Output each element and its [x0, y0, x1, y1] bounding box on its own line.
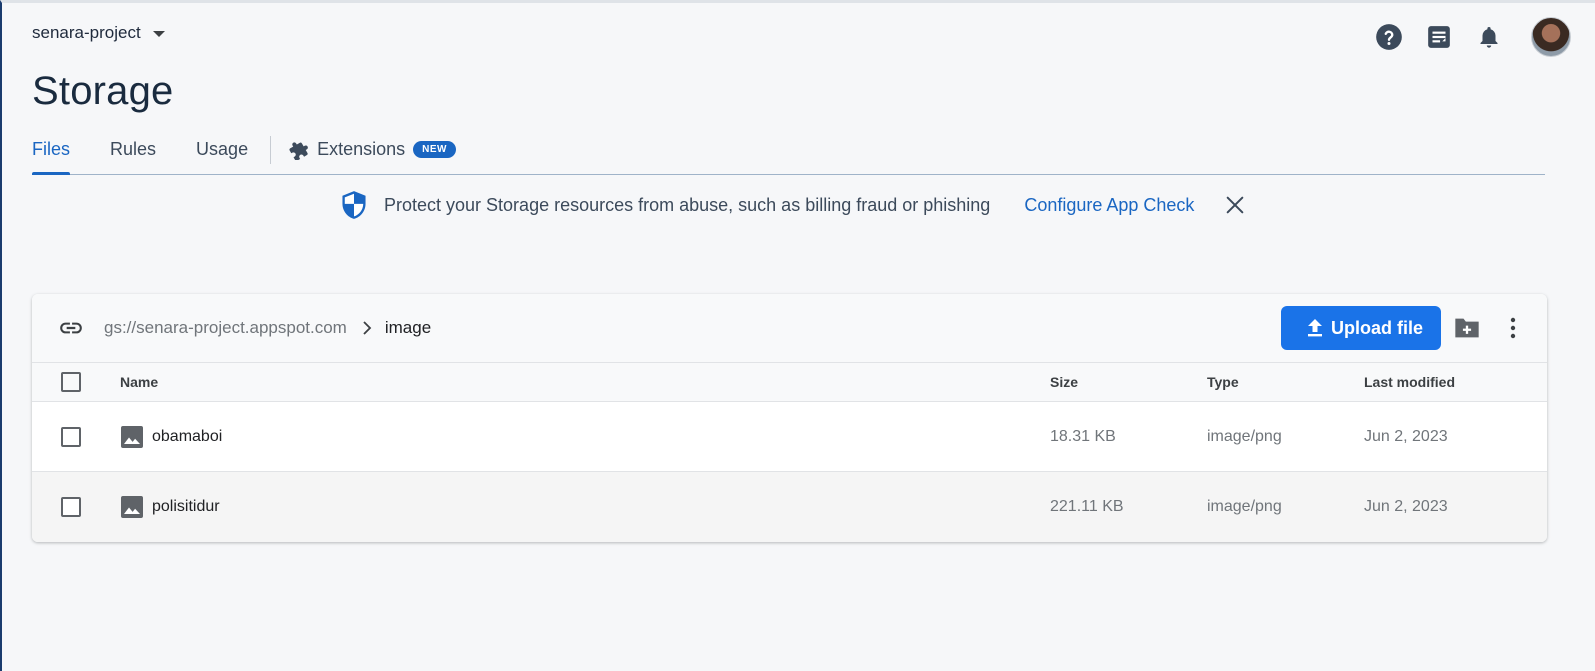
table-header: Name Size Type Last modified — [32, 363, 1547, 402]
top-actions — [1375, 17, 1571, 57]
file-browser-toolbar: gs://senara-project.appspot.com image Up… — [32, 294, 1547, 363]
row-checkbox[interactable] — [61, 426, 81, 447]
file-type: image/png — [1207, 498, 1282, 515]
column-size[interactable]: Size — [1050, 374, 1078, 390]
banner-message: Protect your Storage resources from abus… — [384, 194, 991, 215]
release-notes-icon[interactable] — [1425, 23, 1453, 51]
project-name: senara-project — [32, 23, 141, 42]
file-browser: gs://senara-project.appspot.com image Up… — [32, 294, 1547, 542]
extension-icon — [289, 141, 308, 160]
tab-label: Rules — [110, 139, 157, 159]
column-type[interactable]: Type — [1207, 374, 1239, 390]
caret-down-icon — [152, 31, 165, 37]
notifications-icon[interactable] — [1475, 23, 1503, 51]
select-all-checkbox[interactable] — [61, 372, 81, 392]
new-folder-icon[interactable] — [1447, 308, 1487, 348]
close-icon[interactable] — [1224, 194, 1246, 216]
column-name[interactable]: Name — [120, 374, 158, 390]
tab-divider — [270, 136, 272, 164]
file-name-cell: polisitidur — [120, 495, 220, 519]
image-file-icon — [121, 496, 143, 518]
table-row[interactable]: polisitidur 221.11 KB image/png Jun 2, 2… — [32, 472, 1547, 542]
top-bar: senara-project — [32, 17, 1571, 57]
current-folder: image — [384, 318, 432, 337]
page-title: Storage — [32, 69, 174, 113]
row-checkbox[interactable] — [61, 497, 81, 517]
toolbar-actions: Upload file — [1280, 306, 1533, 350]
tab-label: Usage — [196, 139, 249, 159]
column-last-modified[interactable]: Last modified — [1364, 374, 1455, 390]
upload-label: Upload file — [1330, 317, 1423, 338]
chevron-right-icon — [361, 321, 373, 335]
table-row[interactable]: obamaboi 18.31 KB image/png Jun 2, 2023 — [32, 402, 1547, 472]
tab-label: Extensions — [317, 139, 406, 159]
file-name[interactable]: obamaboi — [152, 428, 222, 446]
file-size: 18.31 KB — [1050, 427, 1116, 445]
bucket-path[interactable]: gs://senara-project.appspot.com — [104, 318, 347, 338]
upload-file-button[interactable]: Upload file — [1280, 306, 1441, 350]
link-icon[interactable] — [58, 315, 84, 341]
breadcrumb: gs://senara-project.appspot.com image — [58, 315, 431, 341]
new-badge: NEW — [413, 141, 456, 158]
image-file-icon — [121, 425, 143, 448]
help-icon[interactable] — [1375, 23, 1403, 51]
shield-icon — [342, 191, 366, 219]
tab-files[interactable]: Files — [32, 139, 71, 175]
tab-usage[interactable]: Usage — [196, 139, 248, 174]
file-size: 221.11 KB — [1050, 498, 1124, 515]
upload-icon — [1307, 319, 1322, 337]
account-avatar[interactable] — [1531, 17, 1571, 57]
file-modified: Jun 2, 2023 — [1364, 427, 1448, 445]
tab-label: Files — [32, 139, 71, 159]
more-vert-icon[interactable] — [1493, 308, 1533, 348]
tab-bar: Files Rules Usage Extensions NEW — [32, 131, 1545, 175]
file-name[interactable]: polisitidur — [152, 498, 220, 516]
file-type: image/png — [1207, 427, 1282, 445]
configure-app-check-link[interactable]: Configure App Check — [1024, 195, 1194, 216]
file-modified: Jun 2, 2023 — [1364, 498, 1448, 515]
file-name-cell: obamaboi — [120, 425, 222, 449]
app-check-banner: Protect your Storage resources from abus… — [340, 190, 1246, 220]
tab-rules[interactable]: Rules — [110, 139, 156, 174]
tab-extensions[interactable]: Extensions NEW — [289, 139, 456, 174]
project-selector[interactable]: senara-project — [32, 23, 165, 43]
